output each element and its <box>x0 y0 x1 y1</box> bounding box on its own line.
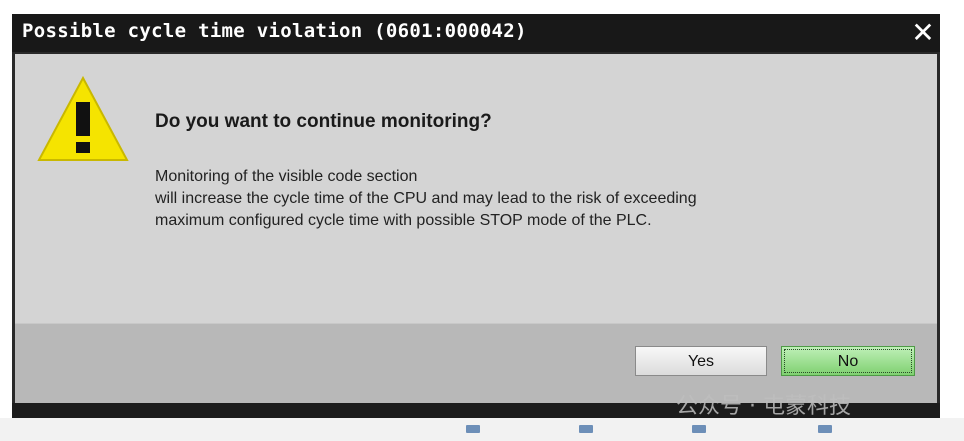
background-marker <box>692 425 706 433</box>
dialog-message: Monitoring of the visible code section w… <box>155 166 697 232</box>
message-line: Monitoring of the visible code section <box>155 168 418 185</box>
message-line: maximum configured cycle time with possi… <box>155 212 652 229</box>
background-marker <box>579 425 593 433</box>
close-button[interactable]: ✕ <box>906 16 940 50</box>
yes-button[interactable]: Yes <box>635 346 767 376</box>
no-button[interactable]: No <box>781 346 915 376</box>
watermark: 公众号 · 屯蒙科技 <box>676 394 851 419</box>
dialog-title: Possible cycle time violation (0601:0000… <box>22 20 527 42</box>
dialog-question: Do you want to continue monitoring? <box>155 111 492 132</box>
background-marker <box>818 425 832 433</box>
warning-icon <box>37 76 129 161</box>
dialog-title-bar: Possible cycle time violation (0601:0000… <box>12 14 940 52</box>
message-line: will increase the cycle time of the CPU … <box>155 190 697 207</box>
background-marker <box>466 425 480 433</box>
background-strip <box>0 418 964 441</box>
cycle-time-dialog: Possible cycle time violation (0601:0000… <box>12 14 940 418</box>
dialog-content: Do you want to continue monitoring? Moni… <box>15 54 937 323</box>
